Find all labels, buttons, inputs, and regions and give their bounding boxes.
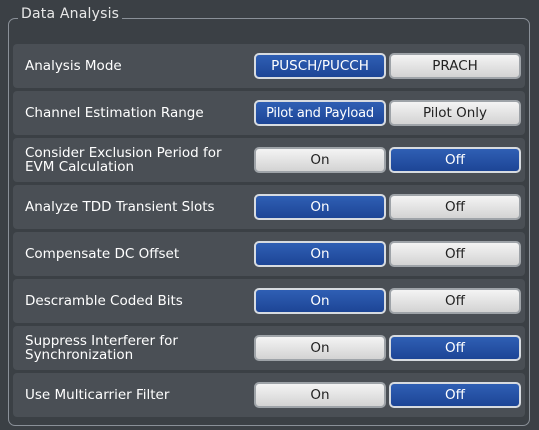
compensate-dc-offset-label: Compensate DC Offset: [25, 246, 180, 262]
tdd-transient-off-button[interactable]: Off: [389, 194, 521, 220]
dc-offset-off-button[interactable]: Off: [389, 241, 521, 267]
tdd-transient-slots-label: Analyze TDD Transient Slots: [25, 199, 215, 215]
pilot-and-payload-button[interactable]: Pilot and Payload: [254, 100, 386, 126]
suppress-interferer-row: Suppress Interferer for Synchronization …: [13, 326, 525, 370]
exclusion-period-off-button[interactable]: Off: [389, 147, 521, 173]
tdd-transient-on-button[interactable]: On: [254, 194, 386, 220]
dc-offset-on-button[interactable]: On: [254, 241, 386, 267]
pusch-pucch-button[interactable]: PUSCH/PUCCH: [254, 53, 386, 79]
descramble-off-button[interactable]: Off: [389, 288, 521, 314]
descramble-coded-bits-row: Descramble Coded Bits On Off: [13, 279, 525, 323]
suppress-interferer-on-button[interactable]: On: [254, 335, 386, 361]
descramble-coded-bits-label: Descramble Coded Bits: [25, 293, 183, 309]
suppress-interferer-off-button[interactable]: Off: [389, 335, 521, 361]
suppress-interferer-label: Suppress Interferer for Synchronization: [25, 333, 178, 363]
multicarrier-off-button[interactable]: Off: [389, 382, 521, 408]
channel-estimation-range-label: Channel Estimation Range: [25, 105, 204, 121]
prach-button[interactable]: PRACH: [389, 53, 521, 79]
tdd-transient-slots-row: Analyze TDD Transient Slots On Off: [13, 185, 525, 229]
exclusion-period-label: Consider Exclusion Period for EVM Calcul…: [25, 145, 222, 175]
pilot-only-button[interactable]: Pilot Only: [389, 100, 521, 126]
descramble-on-button[interactable]: On: [254, 288, 386, 314]
exclusion-period-on-button[interactable]: On: [254, 147, 386, 173]
multicarrier-filter-label: Use Multicarrier Filter: [25, 387, 170, 403]
analysis-mode-row: Analysis Mode PUSCH/PUCCH PRACH: [13, 44, 525, 88]
exclusion-period-row: Consider Exclusion Period for EVM Calcul…: [13, 138, 525, 182]
analysis-mode-label: Analysis Mode: [25, 58, 122, 74]
compensate-dc-offset-row: Compensate DC Offset On Off: [13, 232, 525, 276]
channel-estimation-range-row: Channel Estimation Range Pilot and Paylo…: [13, 91, 525, 135]
multicarrier-filter-row: Use Multicarrier Filter On Off: [13, 373, 525, 417]
panel-title: Data Analysis: [18, 6, 123, 22]
multicarrier-on-button[interactable]: On: [254, 382, 386, 408]
